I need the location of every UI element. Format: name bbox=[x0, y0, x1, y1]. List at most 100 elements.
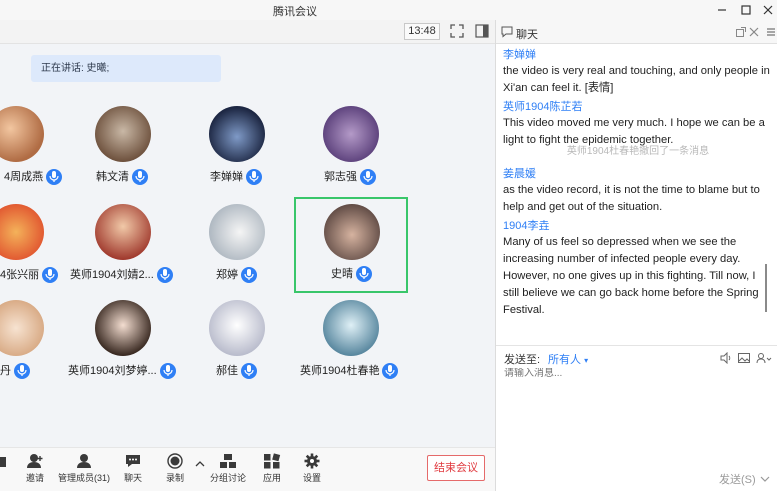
more-options-button[interactable] bbox=[194, 460, 206, 470]
invite-button[interactable]: 邀请 bbox=[22, 453, 48, 484]
chat-button[interactable]: 聊天 bbox=[120, 453, 146, 484]
record-button[interactable]: 录制 bbox=[162, 453, 188, 484]
participant-tile[interactable]: 郑婷 bbox=[180, 200, 294, 296]
avatar bbox=[324, 204, 380, 260]
title-bar: 腾讯会议 bbox=[0, 0, 777, 20]
chat-input[interactable] bbox=[504, 368, 769, 379]
maximize-icon bbox=[741, 5, 751, 15]
breakout-label: 分组讨论 bbox=[210, 473, 247, 483]
participant-tile[interactable]: 英师1904刘婧2... bbox=[66, 200, 180, 296]
message-text: Many of us feel so depressed when we see… bbox=[503, 236, 759, 316]
layout-button[interactable] bbox=[475, 24, 489, 38]
minimize-button[interactable] bbox=[710, 0, 734, 20]
recipient-select[interactable]: 所有人 ▾ bbox=[548, 351, 588, 367]
chat-bubble-icon bbox=[501, 26, 513, 38]
record-label: 录制 bbox=[165, 473, 184, 483]
chat-title: 聊天 bbox=[516, 29, 538, 41]
participant-tile[interactable]: 郝佳 bbox=[180, 296, 294, 392]
popout-icon[interactable] bbox=[736, 27, 746, 37]
microphone-icon bbox=[46, 169, 63, 186]
text-cursor bbox=[765, 264, 767, 312]
minimize-icon bbox=[718, 9, 726, 11]
partial-icon bbox=[0, 457, 6, 467]
send-options-icon[interactable] bbox=[760, 475, 770, 483]
send-button[interactable]: 发送(S) bbox=[719, 471, 756, 487]
participant-name: 郑婷 bbox=[216, 269, 238, 281]
participant-name: 史晴 bbox=[331, 268, 353, 280]
fullscreen-icon bbox=[450, 24, 464, 38]
microphone-icon bbox=[14, 363, 30, 380]
participant-tile[interactable]: 英师1904刘梦婷... bbox=[66, 296, 180, 392]
fullscreen-button[interactable] bbox=[450, 24, 464, 38]
participant-name: 英师1904杜春艳 bbox=[300, 365, 380, 377]
breakout-button[interactable]: 分组讨论 bbox=[210, 453, 246, 484]
partial-tool-button[interactable] bbox=[0, 453, 6, 471]
participant-tile[interactable]: 4张兴丽 bbox=[0, 200, 74, 296]
avatar bbox=[0, 204, 44, 260]
microphone-icon bbox=[241, 363, 257, 380]
settings-button[interactable]: 设置 bbox=[299, 453, 325, 484]
send-to-label: 发送至: bbox=[504, 354, 541, 366]
microphone-icon bbox=[156, 267, 173, 284]
participant-tile[interactable]: 丹 bbox=[0, 296, 74, 392]
message-sender: 英师1904陈芷若 bbox=[503, 101, 583, 113]
chat-panel: 聊天 李婵婵 the video is very real and touchi… bbox=[495, 20, 777, 491]
participant-name: 郝佳 bbox=[216, 365, 238, 377]
video-grid: 正在讲话: 史曦; 4周成燕 韩文清 李婵婵 郭志强 4张兴丽 英师1904刘婧… bbox=[0, 44, 495, 447]
invite-label: 邀请 bbox=[25, 473, 44, 483]
microphone-icon bbox=[356, 266, 372, 283]
chat-icon bbox=[126, 455, 140, 467]
send-to-row: 发送至: 所有人 ▾ bbox=[496, 345, 777, 369]
microphone-icon bbox=[42, 267, 59, 284]
microphone-icon bbox=[382, 363, 399, 380]
participant-name: 4张兴丽 bbox=[0, 269, 40, 281]
dropdown-arrow-icon: ▾ bbox=[584, 356, 589, 365]
meeting-top-bar: 13:48 bbox=[0, 20, 495, 44]
participant-name: 韩文清 bbox=[96, 171, 129, 183]
record-icon bbox=[167, 453, 183, 469]
participant-name: 丹 bbox=[0, 365, 11, 377]
meeting-toolbar: 邀请 管理成员(31) 聊天 录制 分组讨论 应用 设置 结束会议 bbox=[0, 447, 495, 491]
recipient-value: 所有人 bbox=[548, 354, 581, 366]
message-text: as the video record, it is not the time … bbox=[503, 184, 760, 213]
microphone-icon bbox=[241, 267, 257, 284]
apps-label: 应用 bbox=[262, 473, 281, 483]
window-title: 腾讯会议 bbox=[273, 6, 317, 18]
participant-name: 英师1904刘梦婷... bbox=[68, 365, 157, 377]
manage-members-button[interactable]: 管理成员(31) bbox=[57, 453, 111, 484]
gear-icon bbox=[304, 453, 320, 469]
breakout-icon bbox=[220, 454, 236, 468]
avatar bbox=[209, 106, 265, 162]
message-sender: 李婵婵 bbox=[503, 49, 536, 61]
active-speaker-tile[interactable]: 史晴 bbox=[294, 197, 408, 293]
end-meeting-button[interactable]: 结束会议 bbox=[427, 455, 485, 481]
avatar bbox=[323, 300, 379, 356]
message-text: This video moved me very much. I hope we… bbox=[503, 117, 765, 146]
participant-tile[interactable]: 郭志强 bbox=[294, 102, 408, 198]
settings-label: 设置 bbox=[302, 473, 321, 483]
maximize-button[interactable] bbox=[734, 0, 758, 20]
menu-icon[interactable] bbox=[766, 27, 776, 37]
speaking-indicator: 正在讲话: 史曦; bbox=[31, 55, 221, 82]
microphone-icon bbox=[360, 169, 376, 186]
speaker-icon[interactable] bbox=[720, 352, 732, 364]
participant-name: 李婵婵 bbox=[210, 171, 243, 183]
close-chat-icon[interactable] bbox=[749, 27, 759, 37]
participant-tile[interactable]: 英师1904杜春艳 bbox=[294, 296, 408, 392]
participant-tile[interactable]: 4周成燕 bbox=[0, 102, 74, 198]
members-icon bbox=[77, 454, 91, 468]
chat-header: 聊天 bbox=[496, 20, 777, 44]
message-sender: 姜晨媛 bbox=[503, 168, 536, 180]
user-select-icon[interactable] bbox=[756, 352, 772, 364]
apps-button[interactable]: 应用 bbox=[259, 453, 285, 484]
meeting-clock: 13:48 bbox=[404, 23, 440, 40]
image-icon[interactable] bbox=[738, 352, 750, 364]
chevron-up-icon bbox=[195, 461, 205, 467]
message-text: the video is very real and touching, and… bbox=[503, 65, 770, 94]
participant-tile[interactable]: 韩文清 bbox=[66, 102, 180, 198]
members-label: 管理成员(31) bbox=[57, 473, 110, 483]
participant-name: 郭志强 bbox=[324, 171, 357, 183]
avatar bbox=[95, 300, 151, 356]
close-button[interactable] bbox=[756, 0, 777, 20]
participant-tile[interactable]: 李婵婵 bbox=[180, 102, 294, 198]
